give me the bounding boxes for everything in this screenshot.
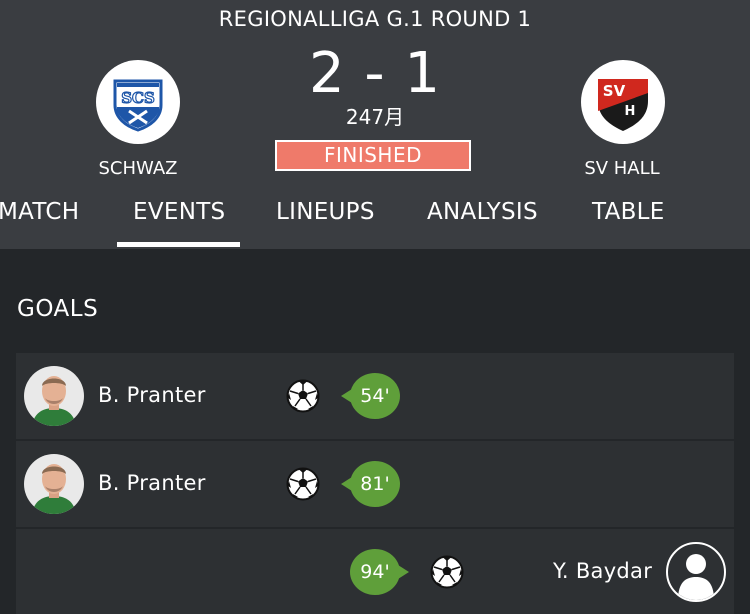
soccer-ball-icon [430,555,464,589]
player-name[interactable]: Y. Baydar [553,559,652,583]
tab-match[interactable]: MATCH [0,199,79,225]
svg-text:H: H [625,104,636,119]
player-avatar-placeholder[interactable] [666,542,726,602]
goal-minute: 94' [360,561,390,583]
sv-hall-crest-icon: SV H [598,79,648,131]
badge-pointer [398,565,409,579]
player-name[interactable]: B. Pranter [98,383,206,407]
tab-lineups[interactable]: LINEUPS [276,199,375,225]
goal-event-row[interactable]: B. Pranter 81' [16,441,734,527]
player-avatar[interactable] [24,454,84,514]
goal-minute-badge: 81' [341,461,400,507]
goal-minute: 81' [360,473,390,495]
tab-bar: MATCH EVENTS LINEUPS ANALYSIS TABLE [0,195,750,249]
badge-pointer [341,477,352,491]
goal-event-row[interactable]: 94' Y. Baydar [16,529,734,614]
status-badge: FINISHED [275,140,471,171]
goals-section-title: GOALS [17,296,99,322]
player-photo [24,454,84,514]
soccer-ball-icon [286,467,320,501]
away-team-crest[interactable]: SV H [581,60,665,144]
goal-minute-badge: 54' [341,373,400,419]
goal-event-row[interactable]: B. Pranter 54' [16,353,734,439]
badge-pointer [341,389,352,403]
away-team-name[interactable]: SV HALL [522,158,722,179]
competition-title: REGIONALLIGA G.1 ROUND 1 [218,7,532,31]
home-team-name[interactable]: SCHWAZ [38,158,238,179]
active-tab-indicator [117,242,240,247]
goal-minute-badge: 94' [350,549,409,595]
player-avatar[interactable] [24,366,84,426]
soccer-ball-icon [286,379,320,413]
tab-table[interactable]: TABLE [592,199,665,225]
user-silhouette-icon [678,554,714,600]
tab-events[interactable]: EVENTS [133,199,225,225]
match-header: REGIONALLIGA G.1 ROUND 1 SCS SCHWAZ 2 - … [0,0,750,249]
tab-analysis[interactable]: ANALYSIS [427,199,538,225]
goal-minute: 54' [360,385,390,407]
svg-text:SV: SV [603,82,626,100]
player-name[interactable]: B. Pranter [98,471,206,495]
player-photo [24,366,84,426]
